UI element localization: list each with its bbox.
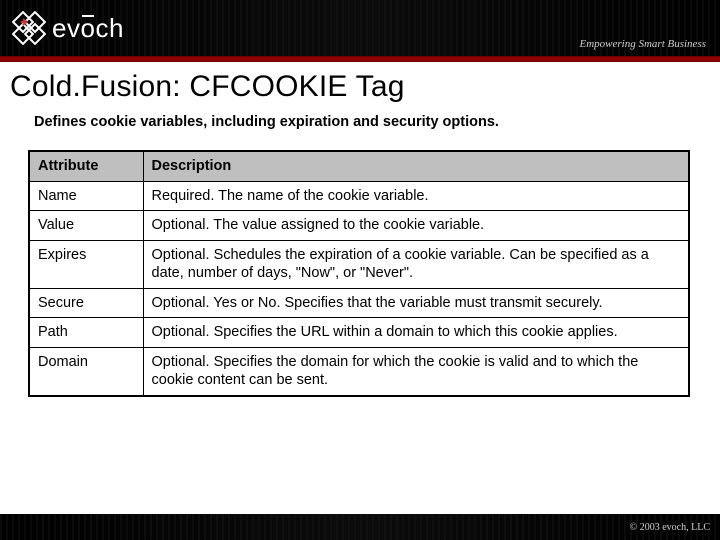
cell-description: Optional. Schedules the expiration of a …	[143, 240, 689, 288]
page-subtitle: Defines cookie variables, including expi…	[34, 114, 712, 130]
cell-description: Required. The name of the cookie variabl…	[143, 181, 689, 211]
cell-attribute: Name	[29, 181, 143, 211]
cell-description: Optional. Specifies the URL within a dom…	[143, 318, 689, 348]
col-header-description: Description	[143, 151, 689, 181]
table-row: Path Optional. Specifies the URL within …	[29, 318, 689, 348]
cell-attribute: Value	[29, 211, 143, 241]
content-area: Cold.Fusion: CFCOOKIE Tag Defines cookie…	[0, 62, 720, 514]
cell-attribute: Domain	[29, 347, 143, 396]
cell-attribute: Expires	[29, 240, 143, 288]
table-row: Name Required. The name of the cookie va…	[29, 181, 689, 211]
cell-description: Optional. The value assigned to the cook…	[143, 211, 689, 241]
table-header-row: Attribute Description	[29, 151, 689, 181]
cell-attribute: Secure	[29, 288, 143, 318]
table-row: Domain Optional. Specifies the domain fo…	[29, 347, 689, 396]
table-row: Expires Optional. Schedules the expirati…	[29, 240, 689, 288]
table-row: Value Optional. The value assigned to th…	[29, 211, 689, 241]
slide: evoch Empowering Smart Business Cold.Fus…	[0, 0, 720, 540]
brand-tagline: Empowering Smart Business	[580, 38, 707, 50]
logo-mark-icon	[12, 11, 46, 45]
copyright: © 2003 evoch, LLC	[630, 522, 710, 533]
cell-description: Optional. Specifies the domain for which…	[143, 347, 689, 396]
col-header-attribute: Attribute	[29, 151, 143, 181]
cell-attribute: Path	[29, 318, 143, 348]
brand-logo: evoch	[12, 11, 124, 45]
page-title: Cold.Fusion: CFCOOKIE Tag	[10, 70, 712, 104]
attributes-table: Attribute Description Name Required. The…	[28, 150, 690, 397]
footer-texture	[0, 514, 720, 540]
cell-description: Optional. Yes or No. Specifies that the …	[143, 288, 689, 318]
table-row: Secure Optional. Yes or No. Specifies th…	[29, 288, 689, 318]
brand-name: evoch	[52, 13, 124, 44]
footer: © 2003 evoch, LLC	[0, 514, 720, 540]
header: evoch Empowering Smart Business	[0, 0, 720, 56]
